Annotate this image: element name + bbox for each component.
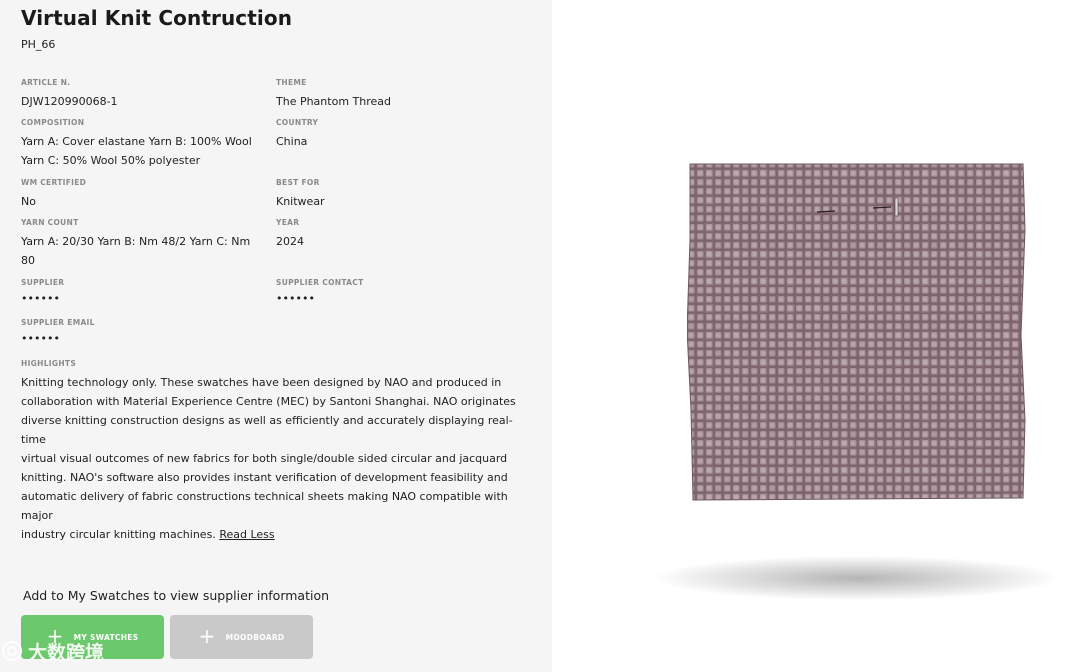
fabric-swatch-svg bbox=[686, 163, 1026, 501]
best-for-label: BEST FOR bbox=[276, 178, 320, 187]
highlights-line: Knitting technology only. These swatches… bbox=[21, 376, 502, 389]
theme-value: The Phantom Thread bbox=[276, 95, 391, 108]
moodboard-button[interactable]: + MOODBOARD bbox=[170, 615, 313, 659]
yarn-count-field: YARN COUNT Yarn A: 20/30 Yarn B: Nm 48/2… bbox=[21, 218, 261, 270]
article-label: ARTICLE N. bbox=[21, 78, 71, 87]
supplier-field: SUPPLIER •••••• bbox=[21, 278, 261, 306]
product-title: Virtual Knit Contruction bbox=[21, 6, 293, 30]
plus-icon: + bbox=[198, 624, 216, 648]
add-to-swatches-note: Add to My Swatches to view supplier info… bbox=[23, 588, 330, 603]
wm-certified-label: WM CERTIFIED bbox=[21, 178, 87, 187]
fabric-swatch-image bbox=[686, 160, 1027, 502]
wm-certified-value: No bbox=[21, 195, 36, 208]
yarn-count-value-line2: 80 bbox=[21, 254, 35, 267]
highlights-line: collaboration with Material Experience C… bbox=[21, 395, 516, 408]
highlights-field: HIGHLIGHTS Knitting technology only. The… bbox=[21, 359, 541, 544]
composition-value-line2: Yarn C: 50% Wool 50% polyester bbox=[21, 154, 201, 167]
year-field: YEAR 2024 bbox=[276, 218, 516, 251]
yarn-count-value-line1: Yarn A: 20/30 Yarn B: Nm 48/2 Yarn C: Nm bbox=[21, 235, 251, 248]
best-for-value: Knitwear bbox=[276, 195, 325, 208]
highlights-text: Knitting technology only. These swatches… bbox=[21, 373, 531, 544]
year-value: 2024 bbox=[276, 235, 304, 248]
swatch-preview-panel bbox=[552, 0, 1080, 672]
yarn-count-label: YARN COUNT bbox=[21, 218, 79, 227]
read-less-link[interactable]: Read Less bbox=[219, 528, 274, 541]
country-value: China bbox=[276, 135, 308, 148]
highlights-line: industry circular knitting machines. bbox=[21, 528, 216, 541]
composition-value-line1: Yarn A: Cover elastane Yarn B: 100% Wool bbox=[21, 135, 252, 148]
watermark: 大数跨境 bbox=[0, 636, 160, 666]
year-label: YEAR bbox=[276, 218, 300, 227]
highlights-line: virtual visual outcomes of new fabrics f… bbox=[21, 452, 508, 465]
best-for-field: BEST FOR Knitwear bbox=[276, 178, 516, 211]
watermark-logo-icon bbox=[1, 640, 23, 662]
wm-certified-field: WM CERTIFIED No bbox=[21, 178, 261, 211]
details-panel: Virtual Knit Contruction PH_66 ARTICLE N… bbox=[0, 0, 552, 672]
supplier-email-field: SUPPLIER EMAIL •••••• bbox=[21, 318, 261, 346]
supplier-value: •••••• bbox=[21, 292, 60, 305]
supplier-email-label: SUPPLIER EMAIL bbox=[21, 318, 95, 327]
swatch-shadow bbox=[657, 556, 1057, 600]
supplier-contact-value: •••••• bbox=[276, 292, 315, 305]
composition-label: COMPOSITION bbox=[21, 118, 85, 127]
composition-field: COMPOSITION Yarn A: Cover elastane Yarn … bbox=[21, 118, 261, 170]
product-code: PH_66 bbox=[21, 38, 56, 51]
highlights-line: diverse knitting construction designs as… bbox=[21, 414, 513, 446]
supplier-label: SUPPLIER bbox=[21, 278, 65, 287]
supplier-email-value: •••••• bbox=[21, 332, 60, 345]
highlights-label: HIGHLIGHTS bbox=[21, 359, 77, 368]
country-label: COUNTRY bbox=[276, 118, 319, 127]
supplier-contact-label: SUPPLIER CONTACT bbox=[276, 278, 364, 287]
moodboard-label: MOODBOARD bbox=[225, 632, 285, 642]
highlights-line: automatic delivery of fabric constructio… bbox=[21, 490, 508, 522]
article-field: ARTICLE N. DJW120990068-1 bbox=[21, 78, 261, 111]
country-field: COUNTRY China bbox=[276, 118, 516, 151]
theme-field: THEME The Phantom Thread bbox=[276, 78, 516, 111]
article-value: DJW120990068-1 bbox=[21, 95, 118, 108]
supplier-contact-field: SUPPLIER CONTACT •••••• bbox=[276, 278, 516, 306]
theme-label: THEME bbox=[276, 78, 307, 87]
watermark-text: 大数跨境 bbox=[28, 641, 105, 664]
highlights-line: knitting. NAO's software also provides i… bbox=[21, 471, 508, 484]
